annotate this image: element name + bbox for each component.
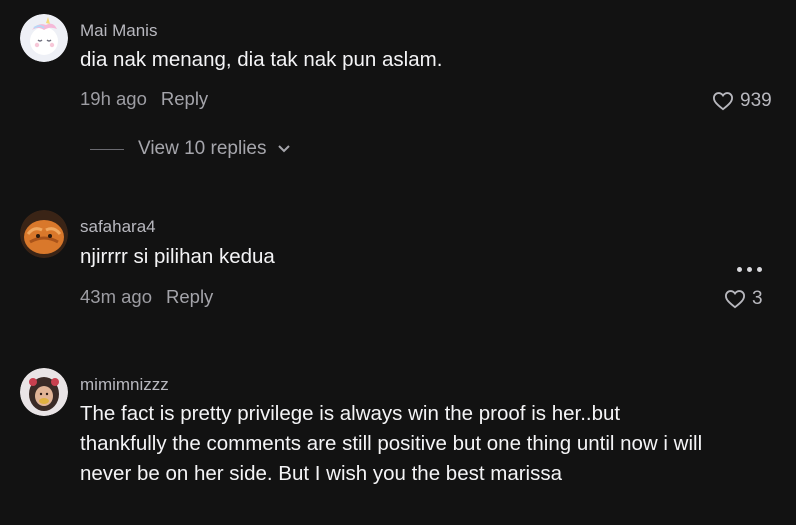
user-avatar[interactable] — [20, 210, 68, 258]
comment-meta: 43m ago Reply — [80, 286, 213, 308]
comment-username[interactable]: Mai Manis — [80, 21, 157, 41]
like-button[interactable]: 3 — [724, 288, 763, 310]
like-count: 939 — [740, 90, 772, 111]
comment-text: The fact is pretty privilege is always w… — [80, 402, 703, 485]
comment-time: 19h ago — [80, 88, 147, 109]
comment-meta: 19h ago Reply — [80, 88, 208, 110]
like-count: 3 — [752, 288, 763, 309]
girl-avatar-icon — [20, 368, 68, 416]
user-avatar[interactable] — [20, 14, 68, 62]
cat-avatar-icon — [20, 210, 68, 258]
heart-icon — [724, 290, 746, 309]
unicorn-avatar-icon — [20, 14, 68, 62]
reply-button[interactable]: Reply — [166, 286, 213, 307]
comment-text: dia nak menang, dia tak nak pun aslam. — [80, 48, 443, 71]
dot — [737, 267, 742, 272]
user-avatar[interactable] — [20, 368, 68, 416]
like-button[interactable]: 939 — [712, 90, 772, 112]
heart-icon — [712, 92, 734, 111]
comment-username[interactable]: safahara4 — [80, 217, 156, 237]
comment-text: njirrrr si pilihan kedua — [80, 245, 275, 268]
divider-line — [90, 148, 124, 150]
more-options-icon[interactable] — [737, 267, 762, 272]
dot — [747, 267, 752, 272]
comment-username[interactable]: mimimnizzz — [80, 375, 169, 395]
view-replies-button[interactable]: View 10 replies — [90, 138, 291, 160]
chevron-down-icon — [277, 145, 290, 153]
dot — [757, 267, 762, 272]
comment-time: 43m ago — [80, 286, 152, 307]
reply-button[interactable]: Reply — [161, 88, 208, 109]
view-replies-label: View 10 replies — [138, 138, 267, 159]
